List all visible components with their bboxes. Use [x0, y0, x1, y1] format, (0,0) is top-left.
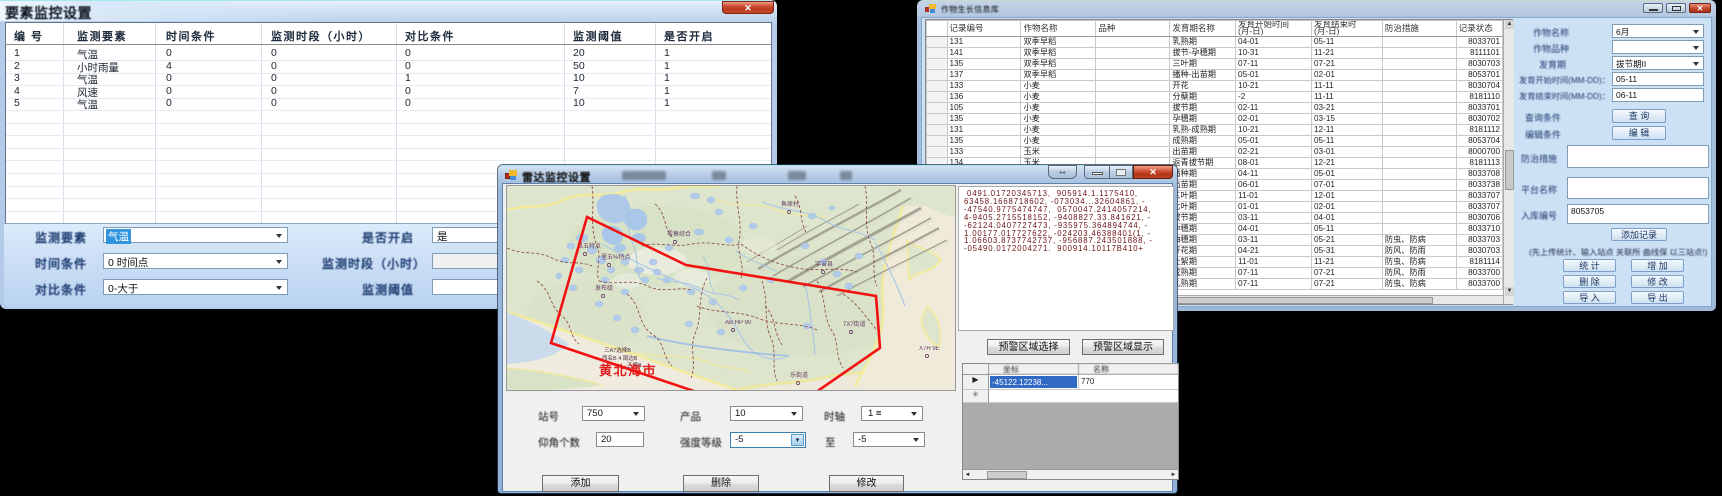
svg-text:AB HP 90: AB HP 90 — [725, 320, 752, 326]
svg-text:鱼原村: 鱼原村 — [781, 200, 799, 208]
svg-text:7X7街道: 7X7街道 — [843, 320, 866, 328]
svg-text:三A7选择B: 三A7选择B — [604, 346, 631, 354]
svg-text:零售综合: 零售综合 — [667, 230, 691, 238]
svg-text:X7H 9E: X7H 9E — [919, 346, 940, 352]
svg-text:宇宙县: 宇宙县 — [815, 260, 833, 268]
svg-text:乐街道: 乐街道 — [790, 371, 808, 379]
svg-text:里五%特点: 里五%特点 — [601, 253, 630, 261]
svg-text:发布级: 发布级 — [595, 284, 613, 292]
